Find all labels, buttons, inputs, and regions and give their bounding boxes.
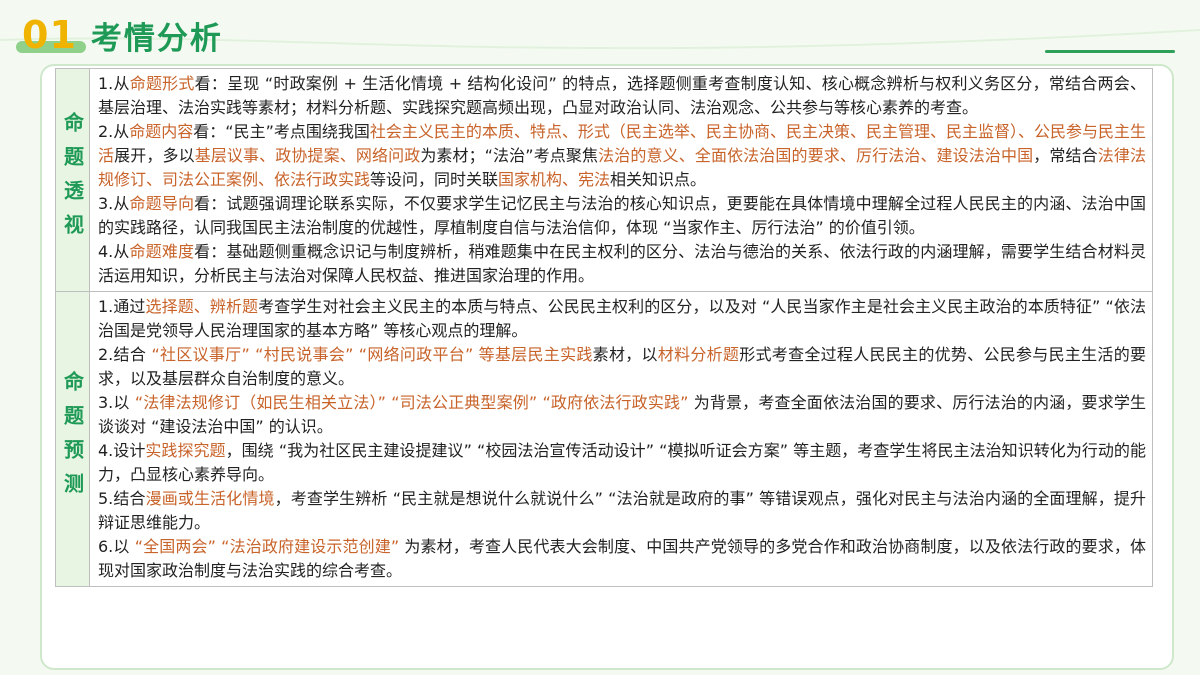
highlight-text: 实践探究题 <box>145 441 226 460</box>
highlight-text: 基层议事、政协提案、网络问政 <box>194 146 421 165</box>
header-divider <box>1045 50 1175 53</box>
point-paragraph: 2.结合 “社区议事厅” “村民说事会” “网络问政平台” 等基层民主实践素材，… <box>98 343 1146 391</box>
body-text: 相关知识点。 <box>610 170 707 189</box>
highlight-text: “社区议事厅” “村民说事会” “网络问政平台” 等基层民主实践 <box>151 345 593 364</box>
page-title: 考情分析 <box>90 20 223 57</box>
point-paragraph: 3.从命题导向看：试题强调理论联系实际，不仅要求学生记忆民主与法治的核心知识点，… <box>98 192 1146 240</box>
body-text: 2.结合 <box>98 345 152 364</box>
section-content: 1.从命题形式看：呈现 “时政案例 + 生活化情境 + 结构化设问” 的特点，选… <box>90 69 1152 291</box>
section-header: 01 考情分析 <box>16 10 223 60</box>
point-paragraph: 1.从命题形式看：呈现 “时政案例 + 生活化情境 + 结构化设问” 的特点，选… <box>98 72 1146 120</box>
section-number: 01 <box>16 13 86 57</box>
body-text: 4.从 <box>98 242 130 261</box>
body-text: 看：试题强调理论联系实际，不仅要求学生记忆民主与法治的核心知识点，更要能在具体情… <box>98 194 1146 237</box>
highlight-text: 漫画或生活化情境 <box>145 489 275 508</box>
body-text: 5.结合 <box>98 489 146 508</box>
section-row-prediction: 命题预测 1.通过选择题、辨析题考查学生对社会主义民主的本质与特点、公民民主权利… <box>55 292 1153 587</box>
highlight-text: 国家机构、宪法 <box>498 170 611 189</box>
body-text: 等设问，同时关联 <box>370 170 499 189</box>
point-paragraph: 5.结合漫画或生活化情境，考查学生辨析 “民主就是想说什么就说什么” “法治就是… <box>98 487 1146 535</box>
point-paragraph: 6.以 “全国两会” “法治政府建设示范创建” 为素材，考查人民代表大会制度、中… <box>98 535 1146 583</box>
highlight-text: 命题难度 <box>129 242 195 261</box>
highlight-text: 选择题、辨析题 <box>145 297 259 316</box>
highlight-text: “法律法规修订（如民生相关立法）” “司法公正典型案例” “政府依法行政实践” <box>134 393 689 412</box>
point-paragraph: 1.通过选择题、辨析题考查学生对社会主义民主的本质与特点、公民民主权利的区分，以… <box>98 295 1146 343</box>
body-text: 为素材；“法治”考点聚焦 <box>420 146 599 165</box>
body-text: 2.从 <box>98 122 130 141</box>
section-label-text: 命题预测 <box>60 371 85 507</box>
point-paragraph: 4.设计实践探究题，围绕 “我为社区民主建设提建议” “校园法治宣传活动设计” … <box>98 439 1146 487</box>
body-text: 3.从 <box>98 194 130 213</box>
body-text: 看：“民主”考点围绕我国 <box>193 122 370 141</box>
body-text: 1.从 <box>98 74 130 93</box>
body-text: 3.以 <box>98 393 135 412</box>
point-paragraph: 2.从命题内容看：“民主”考点围绕我国社会主义民主的本质、特点、形式（民主选举、… <box>98 120 1146 192</box>
body-text: 1.通过 <box>98 297 146 316</box>
body-text: 看：呈现 “时政案例 + 生活化情境 + 结构化设问” 的特点，选择题侧重考查制… <box>98 74 1146 117</box>
body-text: 素材，以 <box>592 345 658 364</box>
analysis-table: 命题透视 1.从命题形式看：呈现 “时政案例 + 生活化情境 + 结构化设问” … <box>55 68 1153 587</box>
body-text: 看：基础题侧重概念识记与制度辨析，稍难题集中在民主权利的区分、法治与德治的关系、… <box>98 242 1146 285</box>
section-content: 1.通过选择题、辨析题考查学生对社会主义民主的本质与特点、公民民主权利的区分，以… <box>90 292 1152 586</box>
body-text: 展开，多以 <box>114 146 195 165</box>
highlight-text: 命题内容 <box>129 122 194 141</box>
point-paragraph: 3.以 “法律法规修订（如民生相关立法）” “司法公正典型案例” “政府依法行政… <box>98 391 1146 439</box>
highlight-text: 命题导向 <box>129 194 195 213</box>
section-row-perspective: 命题透视 1.从命题形式看：呈现 “时政案例 + 生活化情境 + 结构化设问” … <box>55 68 1153 292</box>
body-text: 4.设计 <box>98 441 146 460</box>
body-text: ，围绕 “我为社区民主建设提建议” “校园法治宣传活动设计” “模拟听证会方案”… <box>98 441 1146 484</box>
body-text: ，常结合 <box>1033 146 1098 165</box>
section-label-text: 命题透视 <box>60 112 85 248</box>
highlight-text: 法治的意义、全面依法治国的要求、厉行法治、建设法治中国 <box>598 146 1034 165</box>
highlight-text: 材料分析题 <box>657 345 740 364</box>
highlight-text: 命题形式 <box>129 74 195 93</box>
body-text: 6.以 <box>98 537 135 556</box>
point-paragraph: 4.从命题难度看：基础题侧重概念识记与制度辨析，稍难题集中在民主权利的区分、法治… <box>98 240 1146 288</box>
section-label: 命题透视 <box>56 69 90 291</box>
section-label: 命题预测 <box>56 292 90 586</box>
highlight-text: “全国两会” “法治政府建设示范创建” <box>134 537 400 556</box>
